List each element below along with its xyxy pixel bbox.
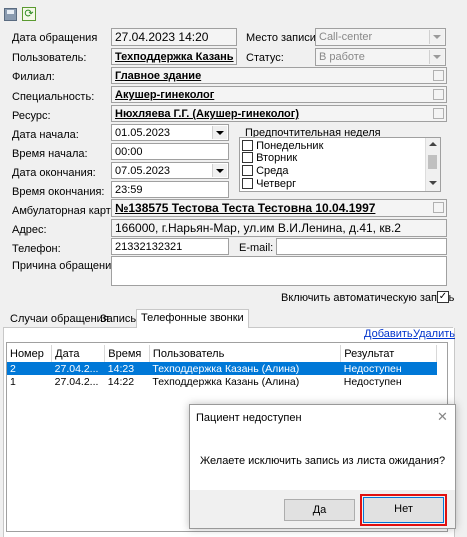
- resource-checkbox[interactable]: [433, 108, 444, 119]
- yes-button[interactable]: Да: [284, 499, 355, 521]
- chevron-up-icon[interactable]: [429, 142, 437, 146]
- phone-field[interactable]: 21332132321: [111, 238, 229, 255]
- weekday-item[interactable]: Среда: [242, 164, 289, 178]
- auto-record-label: Включить автоматическую запись: [281, 292, 455, 304]
- end-time-field[interactable]: 23:59: [111, 181, 229, 198]
- save-icon[interactable]: [4, 8, 17, 21]
- unavailable-dialog: Пациент недоступен ✕ Желаете исключить з…: [189, 404, 456, 529]
- branch-checkbox[interactable]: [433, 70, 444, 81]
- chevron-down-icon[interactable]: [212, 126, 227, 139]
- end-time-label: Время окончания:: [12, 186, 105, 198]
- grid-header: Номер Дата Время Пользователь Результат: [7, 345, 437, 362]
- chevron-down-icon[interactable]: [429, 181, 437, 185]
- weekday-list[interactable]: Понедельник Вторник Среда Четверг: [239, 137, 441, 192]
- resource-label: Ресурс:: [12, 110, 51, 122]
- reason-label: Причина обращения:: [12, 260, 121, 272]
- column-header[interactable]: Результат: [340, 345, 437, 362]
- cell-result: Недоступен: [343, 362, 402, 375]
- date-label: Дата обращения: [12, 32, 98, 44]
- dialog-title: Пациент недоступен: [196, 412, 302, 424]
- tab-record[interactable]: Запись: [96, 311, 140, 328]
- card-checkbox[interactable]: [433, 202, 444, 213]
- cell-time: 14:23: [107, 362, 135, 375]
- start-date-label: Дата начала:: [12, 129, 79, 141]
- end-date-label: Дата окончания:: [12, 167, 96, 179]
- end-date-picker[interactable]: 07.05.2023: [111, 162, 229, 179]
- status-label: Статус:: [246, 52, 284, 64]
- email-label: E-mail:: [239, 242, 274, 254]
- column-header[interactable]: Пользователь: [149, 345, 342, 362]
- column-header[interactable]: Дата: [51, 345, 106, 362]
- cell-number: 1: [10, 375, 16, 388]
- start-time-field[interactable]: 00:00: [111, 143, 229, 160]
- branch-field[interactable]: Главное здание: [111, 67, 447, 84]
- auto-record-checkbox[interactable]: ✓: [437, 291, 449, 303]
- start-date-picker[interactable]: 01.05.2023: [111, 124, 229, 141]
- resource-field[interactable]: Нюхляева Г.Г. (Акушер-гинеколог): [111, 105, 447, 122]
- cell-date: 27.04.2...: [54, 362, 99, 375]
- close-icon[interactable]: ✕: [437, 409, 448, 425]
- weekday-item[interactable]: Четверг: [242, 177, 296, 191]
- refresh-icon[interactable]: ⟳: [22, 7, 36, 21]
- phone-label: Телефон:: [12, 243, 61, 255]
- cell-date: 27.04.2...: [54, 375, 99, 388]
- spec-label: Специальность:: [12, 91, 95, 103]
- chevron-down-icon: [429, 30, 444, 44]
- address-field[interactable]: 166000, г.Нарьян-Мар, ул.им В.И.Ленина, …: [111, 219, 447, 237]
- dialog-message: Желаете исключить запись из листа ожидан…: [200, 455, 446, 467]
- column-header[interactable]: Номер: [7, 345, 53, 362]
- delete-link[interactable]: Удалить: [413, 328, 455, 340]
- user-field: Техподдержка Казань: [111, 48, 237, 65]
- branch-label: Филиал:: [12, 71, 55, 83]
- start-time-label: Время начала:: [12, 148, 88, 160]
- table-row[interactable]: 1 27.04.2... 14:22 Техподдержка Казань (…: [7, 375, 437, 388]
- specialty-checkbox[interactable]: [433, 89, 444, 100]
- no-button[interactable]: Нет: [360, 494, 447, 526]
- card-field[interactable]: №138575 Тестова Теста Тестовна 10.04.199…: [111, 199, 447, 217]
- address-label: Адрес:: [12, 224, 47, 236]
- specialty-field[interactable]: Акушер-гинеколог: [111, 86, 447, 103]
- chevron-down-icon: [429, 50, 444, 64]
- weekday-item[interactable]: Вторник: [242, 151, 297, 165]
- table-row[interactable]: 2 27.04.2... 14:23 Техподдержка Казань (…: [7, 362, 437, 375]
- scrollbar[interactable]: [425, 138, 440, 191]
- column-header[interactable]: Время: [104, 345, 150, 362]
- place-select: Call-center: [315, 28, 446, 46]
- date-field: 27.04.2023 14:20: [111, 28, 237, 46]
- email-field[interactable]: [276, 238, 447, 255]
- cell-time: 14:22: [107, 375, 135, 388]
- cell-result: Недоступен: [343, 375, 402, 388]
- cell-user: Техподдержка Казань (Алина): [152, 362, 300, 375]
- chevron-down-icon[interactable]: [212, 164, 227, 177]
- place-label: Место записи:: [246, 32, 319, 44]
- tab-phone-calls[interactable]: Телефонные звонки: [136, 309, 249, 328]
- scrollbar-thumb[interactable]: [428, 155, 437, 169]
- cell-number: 2: [10, 362, 16, 375]
- reason-field[interactable]: [111, 256, 447, 286]
- status-select: В работе: [315, 48, 446, 66]
- add-link[interactable]: Добавить: [364, 328, 413, 340]
- user-label: Пользователь:: [12, 52, 87, 64]
- card-label: Амбулаторная карта:: [12, 205, 120, 217]
- cell-user: Техподдержка Казань (Алина): [152, 375, 300, 388]
